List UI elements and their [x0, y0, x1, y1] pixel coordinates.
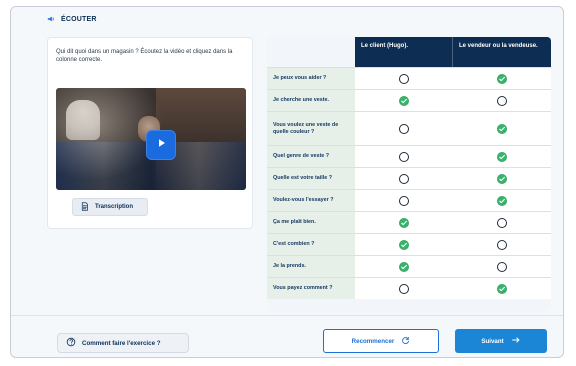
- choice-vendeur[interactable]: [453, 256, 551, 277]
- help-button[interactable]: Comment faire l'exercice ?: [57, 333, 189, 353]
- radio-button[interactable]: [399, 195, 409, 206]
- row-question: Voulez-vous l'essayer ?: [267, 190, 355, 211]
- play-icon: [154, 136, 168, 155]
- video-person-left: [66, 100, 100, 140]
- choice-vendeur[interactable]: [453, 212, 551, 233]
- answer-table: Le client (Hugo). Le vendeur ou la vende…: [267, 37, 551, 311]
- radio-button[interactable]: [497, 261, 507, 272]
- table-row: Ça me plaît bien.: [267, 211, 551, 233]
- choice-client[interactable]: [355, 212, 454, 233]
- document-icon: [80, 201, 89, 213]
- section-header: ÉCOUTER: [47, 15, 97, 23]
- choice-vendeur[interactable]: [453, 190, 551, 211]
- choice-client[interactable]: [355, 112, 454, 145]
- column-header-vendeur: Le vendeur ou la vendeuse.: [453, 37, 551, 67]
- radio-button[interactable]: [497, 217, 507, 228]
- row-question: Je cherche une veste.: [267, 90, 355, 111]
- row-question: Ça me plaît bien.: [267, 212, 355, 233]
- choice-client[interactable]: [355, 146, 454, 167]
- choice-client[interactable]: [355, 278, 454, 299]
- radio-button[interactable]: [399, 123, 409, 134]
- arrow-right-icon: [511, 335, 521, 347]
- choice-client[interactable]: [355, 256, 454, 277]
- radio-button[interactable]: [399, 73, 409, 84]
- check-icon[interactable]: [497, 151, 507, 162]
- check-icon[interactable]: [399, 239, 409, 250]
- check-icon[interactable]: [399, 261, 409, 272]
- help-label: Comment faire l'exercice ?: [82, 339, 161, 347]
- table-row: Voulez-vous l'essayer ?: [267, 189, 551, 211]
- section-title: ÉCOUTER: [61, 15, 97, 23]
- choice-client[interactable]: [355, 190, 454, 211]
- restart-label: Recommencer: [351, 337, 395, 345]
- table-row: Je la prends.: [267, 255, 551, 277]
- choice-vendeur[interactable]: [453, 146, 551, 167]
- next-label: Suivant: [481, 337, 504, 345]
- choice-vendeur[interactable]: [453, 68, 551, 89]
- table-row: Je peux vous aider ?: [267, 67, 551, 89]
- choice-client[interactable]: [355, 234, 454, 255]
- row-question: Je peux vous aider ?: [267, 68, 355, 89]
- instructions-text: Qui dit quoi dans un magasin ? Écoutez l…: [56, 49, 233, 64]
- check-icon[interactable]: [497, 173, 507, 184]
- check-icon[interactable]: [399, 217, 409, 228]
- radio-button[interactable]: [497, 239, 507, 250]
- restart-button[interactable]: Recommencer: [323, 329, 439, 353]
- choice-client[interactable]: [355, 68, 454, 89]
- table-row: C'est combien ?: [267, 233, 551, 255]
- choice-vendeur[interactable]: [453, 234, 551, 255]
- radio-button[interactable]: [399, 151, 409, 162]
- exercise-frame: ÉCOUTER Qui dit quoi dans un magasin ? É…: [10, 6, 564, 358]
- row-question: Quel genre de veste ?: [267, 146, 355, 167]
- next-button[interactable]: Suivant: [455, 329, 547, 353]
- check-icon[interactable]: [497, 123, 507, 134]
- choice-vendeur[interactable]: [453, 112, 551, 145]
- check-icon[interactable]: [497, 195, 507, 206]
- transcription-label: Transcription: [95, 204, 134, 210]
- row-question: Vous voulez une veste de quelle couleur …: [267, 112, 355, 145]
- refresh-icon: [401, 336, 410, 347]
- help-circle-icon: [66, 337, 76, 349]
- video-player[interactable]: [56, 88, 246, 190]
- table-row: Quel genre de veste ?: [267, 145, 551, 167]
- radio-button[interactable]: [399, 283, 409, 294]
- check-icon[interactable]: [497, 283, 507, 294]
- footer-divider: [11, 315, 563, 316]
- row-question: Je la prends.: [267, 256, 355, 277]
- choice-client[interactable]: [355, 90, 454, 111]
- row-question: Quelle est votre taille ?: [267, 168, 355, 189]
- check-icon[interactable]: [497, 73, 507, 84]
- speaker-icon: [47, 15, 55, 23]
- column-header-client: Le client (Hugo).: [355, 37, 453, 67]
- table-row: Je cherche une veste.: [267, 89, 551, 111]
- choice-vendeur[interactable]: [453, 168, 551, 189]
- row-question: C'est combien ?: [267, 234, 355, 255]
- radio-button[interactable]: [497, 95, 507, 106]
- table-row: Vous payez comment ?: [267, 277, 551, 299]
- check-icon[interactable]: [399, 95, 409, 106]
- choice-vendeur[interactable]: [453, 90, 551, 111]
- radio-button[interactable]: [399, 173, 409, 184]
- table-row: Quelle est votre taille ?: [267, 167, 551, 189]
- choice-vendeur[interactable]: [453, 278, 551, 299]
- row-question: Vous payez comment ?: [267, 278, 355, 299]
- video-card: Qui dit quoi dans un magasin ? Écoutez l…: [47, 37, 253, 229]
- transcription-button[interactable]: Transcription: [72, 198, 148, 216]
- table-row: Vous voulez une veste de quelle couleur …: [267, 111, 551, 145]
- choice-client[interactable]: [355, 168, 454, 189]
- play-button[interactable]: [146, 130, 176, 160]
